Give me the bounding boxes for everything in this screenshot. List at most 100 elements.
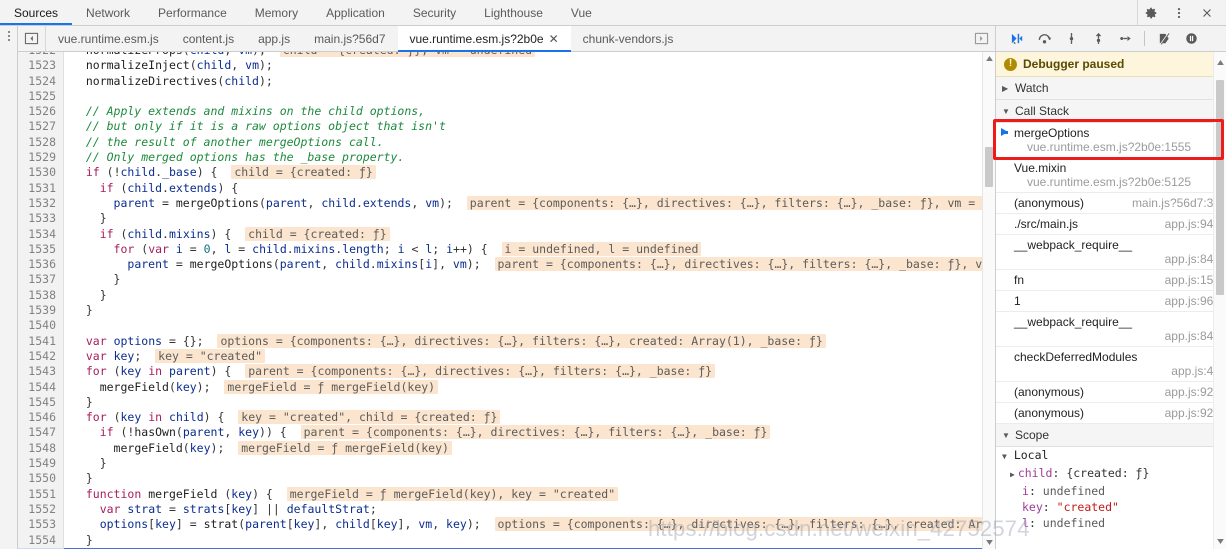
collapse-sidebar-icon[interactable] — [18, 26, 46, 51]
scope-entry[interactable]: ▶ child: {created: ƒ} — [996, 465, 1226, 483]
line-number[interactable]: 1536 — [18, 257, 64, 273]
code-line[interactable]: 1544 mergeField(key); mergeField = ƒ mer… — [18, 379, 982, 395]
more-options-kebab-icon[interactable] — [1166, 1, 1192, 25]
code-line[interactable]: 1527 // but only if it is a raw options … — [18, 119, 982, 135]
call-stack-frame[interactable]: (anonymous) app.js:928 — [996, 403, 1226, 424]
line-number[interactable]: 1528 — [18, 134, 64, 151]
code-line[interactable]: 1531 if (child.extends) { — [18, 180, 982, 196]
file-tab-main-js-56d7[interactable]: main.js?56d7 — [302, 26, 397, 51]
chevron-right-icon[interactable]: ▶ — [1010, 470, 1015, 479]
watch-section-header[interactable]: ▶ Watch — [996, 77, 1226, 100]
code-line[interactable]: 1536 parent = mergeOptions(parent, child… — [18, 257, 982, 273]
scroll-down-arrow-icon[interactable] — [983, 536, 995, 549]
line-number[interactable]: 1535 — [18, 241, 64, 258]
line-number[interactable]: 1545 — [18, 394, 64, 411]
code-line[interactable]: 1539 } — [18, 303, 982, 319]
code-line[interactable]: 1550 } — [18, 471, 982, 487]
code-line[interactable]: 1534 if (child.mixins) { child = {create… — [18, 226, 982, 242]
navigator-drag-handle-icon[interactable] — [7, 31, 10, 41]
panel-tab-vue[interactable]: Vue — [557, 0, 606, 25]
debugger-vertical-scrollbar[interactable] — [1213, 52, 1226, 549]
resume-script-execution-icon[interactable] — [1004, 27, 1030, 51]
code-line[interactable]: 1528 // the result of another mergeOptio… — [18, 134, 982, 151]
navigator-collapsed-strip[interactable] — [0, 26, 18, 549]
line-number[interactable]: 1547 — [18, 425, 64, 441]
line-number[interactable]: 1550 — [18, 471, 64, 487]
code-editor[interactable]: 1522 normalizeProps(child, vm); child = … — [18, 52, 995, 549]
panel-tab-sources[interactable]: Sources — [0, 0, 73, 25]
code-line[interactable]: 1524 normalizeDirectives(child); — [18, 73, 982, 89]
line-number[interactable]: 1527 — [18, 119, 64, 135]
line-number[interactable]: 1530 — [18, 165, 64, 181]
call-stack-frame[interactable]: (anonymous) app.js:925 — [996, 382, 1226, 403]
code-line[interactable]: 1554 } — [18, 532, 982, 548]
code-line[interactable]: 1548 mergeField(key); mergeField = ƒ mer… — [18, 440, 982, 457]
line-number[interactable]: 1543 — [18, 364, 64, 380]
step-into-next-function-call-icon[interactable] — [1058, 27, 1084, 51]
debugger-scroll-body[interactable]: mergeOptions vue.runtime.esm.js?2b0e:1555… — [996, 123, 1226, 549]
line-number[interactable]: 1544 — [18, 379, 64, 395]
scroll-up-arrow-icon[interactable] — [983, 52, 995, 65]
code-line[interactable]: 1547 if (!hasOwn(parent, key)) { parent … — [18, 425, 982, 441]
code-line[interactable]: 1545 } — [18, 394, 982, 411]
line-number[interactable]: 1524 — [18, 73, 64, 89]
line-number[interactable]: 1537 — [18, 272, 64, 288]
more-tabs-icon[interactable] — [967, 26, 995, 51]
code-line[interactable]: 1526 // Apply extends and mixins on the … — [18, 104, 982, 120]
file-tab-vue-runtime-esm-js-2b0e[interactable]: vue.runtime.esm.js?2b0e ✕ — [397, 26, 571, 52]
panel-tab-memory[interactable]: Memory — [241, 0, 312, 25]
call-stack-frame[interactable]: mergeOptions vue.runtime.esm.js?2b0e:1555 — [996, 123, 1226, 158]
file-tab-chunk-vendors-js[interactable]: chunk-vendors.js — [571, 26, 686, 51]
scope-local-row[interactable]: ▼ Local — [996, 447, 1226, 465]
step-over-next-function-call-icon[interactable] — [1031, 27, 1057, 51]
code-line[interactable]: 1538 } — [18, 287, 982, 304]
panel-tab-application[interactable]: Application — [312, 0, 399, 25]
code-line[interactable]: 1537 } — [18, 272, 982, 288]
code-line[interactable]: 1552 var strat = strats[key] || defaultS… — [18, 501, 982, 518]
line-number[interactable]: 1542 — [18, 348, 64, 365]
debugger-scrollbar-thumb[interactable] — [1216, 80, 1224, 295]
scroll-down-arrow-icon[interactable] — [1214, 533, 1226, 547]
code-line[interactable]: 1532 parent = mergeOptions(parent, child… — [18, 195, 982, 212]
code-line[interactable]: 1542 var key; key = "created" — [18, 348, 982, 365]
editor-vertical-scrollbar[interactable] — [982, 52, 995, 549]
scope-entry[interactable]: i: undefined — [996, 483, 1226, 499]
file-tab-app-js[interactable]: app.js — [246, 26, 302, 51]
line-number[interactable]: 1553 — [18, 517, 64, 533]
line-number[interactable]: 1525 — [18, 88, 64, 105]
line-number[interactable]: 1549 — [18, 456, 64, 472]
line-number[interactable]: 1552 — [18, 501, 64, 518]
line-number[interactable]: 1534 — [18, 226, 64, 242]
deactivate-breakpoints-icon[interactable] — [1151, 27, 1177, 51]
line-number[interactable]: 1554 — [18, 532, 64, 548]
line-number[interactable]: 1532 — [18, 195, 64, 212]
panel-tab-security[interactable]: Security — [399, 0, 470, 25]
line-number[interactable]: 1546 — [18, 410, 64, 426]
code-line[interactable]: 1529 // Only merged options has the _bas… — [18, 150, 982, 166]
call-stack-frame[interactable]: __webpack_require__ app.js:849 — [996, 312, 1226, 347]
line-number[interactable]: 1551 — [18, 486, 64, 502]
line-number[interactable]: 1533 — [18, 211, 64, 227]
panel-tab-performance[interactable]: Performance — [144, 0, 241, 25]
code-line[interactable]: 1540 — [18, 318, 982, 334]
scope-section-header[interactable]: ▼ Scope — [996, 424, 1226, 447]
line-number[interactable]: 1526 — [18, 104, 64, 120]
code-line[interactable]: 1543 for (key in parent) { parent = {com… — [18, 364, 982, 380]
close-tab-icon[interactable]: ✕ — [549, 33, 559, 45]
scope-entry[interactable]: key: "created" — [996, 499, 1226, 515]
line-number[interactable]: 1531 — [18, 180, 64, 196]
close-devtools-icon[interactable] — [1194, 1, 1220, 25]
settings-gear-icon[interactable] — [1138, 1, 1164, 25]
call-stack-frame[interactable]: checkDeferredModules app.js:46 — [996, 347, 1226, 382]
code-line[interactable]: 1525 — [18, 88, 982, 105]
scope-entry[interactable]: l: undefined — [996, 515, 1226, 531]
line-number[interactable]: 1538 — [18, 287, 64, 304]
editor-scrollbar-thumb[interactable] — [985, 147, 993, 187]
line-number[interactable]: 1539 — [18, 303, 64, 319]
code-scroll-region[interactable]: 1522 normalizeProps(child, vm); child = … — [18, 52, 982, 549]
call-stack-frame[interactable]: (anonymous) main.js?56d7:37 — [996, 193, 1226, 214]
call-stack-frame[interactable]: fn app.js:151 — [996, 270, 1226, 291]
code-line[interactable]: 1546 for (key in child) { key = "created… — [18, 410, 982, 426]
line-number[interactable]: 1548 — [18, 440, 64, 457]
line-number[interactable]: 1541 — [18, 333, 64, 349]
